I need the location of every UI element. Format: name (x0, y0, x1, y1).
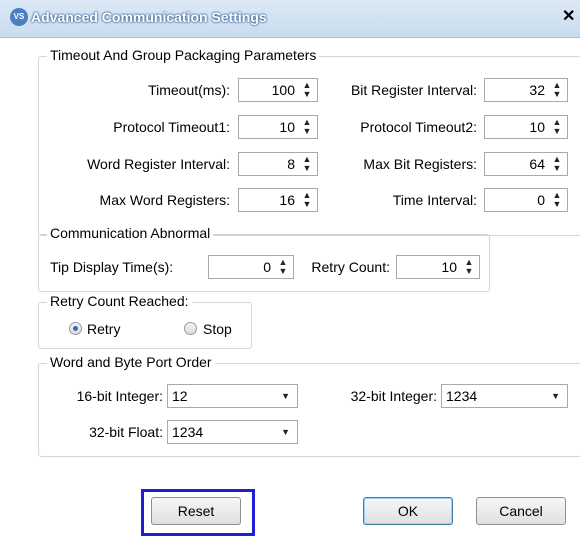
word-register-interval-spinbox[interactable]: 8 ▲ ▼ (238, 152, 318, 176)
spin-arrows-icon[interactable]: ▲ ▼ (550, 118, 564, 136)
window-title: Advanced Communication Settings (31, 9, 267, 25)
dropdown-arrow-icon[interactable]: ▼ (551, 391, 560, 401)
close-icon[interactable]: ✕ (562, 6, 575, 26)
stop-radio[interactable] (184, 322, 197, 335)
reset-button[interactable]: Reset (151, 497, 241, 525)
spin-arrows-icon[interactable]: ▲ ▼ (300, 118, 314, 136)
word-register-interval-value: 8 (287, 156, 295, 172)
retry-count-value: 10 (441, 259, 457, 275)
protocol-timeout2-label: Protocol Timeout2: (360, 119, 477, 135)
time-interval-label: Time Interval: (392, 192, 477, 208)
title-bar: VS Advanced Communication Settings ✕ (0, 0, 580, 38)
spin-arrows-icon[interactable]: ▲ ▼ (276, 258, 290, 276)
protocol-timeout1-label: Protocol Timeout1: (113, 119, 230, 135)
tip-display-time-label: Tip Display Time(s): (50, 259, 174, 275)
app-icon: VS (10, 8, 28, 26)
word-register-interval-label: Word Register Interval: (87, 156, 230, 172)
timeout-value: 100 (271, 82, 295, 98)
spin-arrows-icon[interactable]: ▲ ▼ (462, 258, 476, 276)
max-word-registers-value: 16 (279, 192, 295, 208)
spin-arrows-icon[interactable]: ▲ ▼ (550, 191, 564, 209)
spin-arrows-icon[interactable]: ▲ ▼ (300, 191, 314, 209)
port-order-group: Word and Byte Port Order (38, 354, 580, 457)
dropdown-arrow-icon[interactable]: ▼ (281, 427, 290, 437)
stop-radio-label[interactable]: Stop (203, 320, 263, 338)
tip-display-time-value: 0 (263, 259, 271, 275)
cancel-button[interactable]: Cancel (476, 497, 566, 525)
int16-value: 12 (172, 388, 188, 404)
spin-arrows-icon[interactable]: ▲ ▼ (550, 155, 564, 173)
int16-label: 16-bit Integer: (76, 388, 163, 404)
protocol-timeout2-value: 10 (529, 119, 545, 135)
dialog-body: Timeout And Group Packaging Parameters T… (0, 38, 580, 537)
dropdown-arrow-icon[interactable]: ▼ (281, 391, 290, 401)
spin-arrows-icon[interactable]: ▲ ▼ (300, 81, 314, 99)
timeout-label: Timeout(ms): (148, 82, 230, 98)
max-bit-registers-value: 64 (529, 156, 545, 172)
time-interval-value: 0 (537, 192, 545, 208)
bit-register-interval-label: Bit Register Interval: (350, 82, 477, 98)
retry-radio[interactable] (69, 322, 82, 335)
int32-select[interactable]: 1234 ▼ (441, 384, 568, 408)
bit-register-interval-value: 32 (529, 82, 545, 98)
protocol-timeout1-value: 10 (279, 119, 295, 135)
retry-radio-label[interactable]: Retry (87, 320, 147, 338)
protocol-timeout1-spinbox[interactable]: 10 ▲ ▼ (238, 115, 318, 139)
float32-select[interactable]: 1234 ▼ (167, 420, 298, 444)
bit-register-interval-spinbox[interactable]: 32 ▲ ▼ (484, 78, 568, 102)
spin-arrows-icon[interactable]: ▲ ▼ (300, 155, 314, 173)
retry-reached-legend: Retry Count Reached: (47, 293, 192, 309)
ok-button[interactable]: OK (363, 497, 453, 525)
max-bit-registers-label: Max Bit Registers: (363, 156, 477, 172)
tip-display-time-spinbox[interactable]: 0 ▲ ▼ (208, 255, 294, 279)
spin-arrows-icon[interactable]: ▲ ▼ (550, 81, 564, 99)
retry-count-spinbox[interactable]: 10 ▲ ▼ (396, 255, 480, 279)
float32-value: 1234 (172, 424, 204, 440)
timeout-group-legend: Timeout And Group Packaging Parameters (47, 47, 320, 63)
max-word-registers-spinbox[interactable]: 16 ▲ ▼ (238, 188, 318, 212)
time-interval-spinbox[interactable]: 0 ▲ ▼ (484, 188, 568, 212)
max-bit-registers-spinbox[interactable]: 64 ▲ ▼ (484, 152, 568, 176)
protocol-timeout2-spinbox[interactable]: 10 ▲ ▼ (484, 115, 568, 139)
retry-count-label: Retry Count: (311, 259, 390, 275)
comm-abnormal-legend: Communication Abnormal (47, 225, 214, 241)
int32-label: 32-bit Integer: (350, 388, 437, 404)
float32-label: 32-bit Float: (89, 424, 163, 440)
int16-select[interactable]: 12 ▼ (167, 384, 298, 408)
int32-value: 1234 (446, 388, 478, 404)
timeout-spinbox[interactable]: 100 ▲ ▼ (238, 78, 318, 102)
port-order-legend: Word and Byte Port Order (47, 354, 215, 370)
max-word-registers-label: Max Word Registers: (99, 192, 230, 208)
